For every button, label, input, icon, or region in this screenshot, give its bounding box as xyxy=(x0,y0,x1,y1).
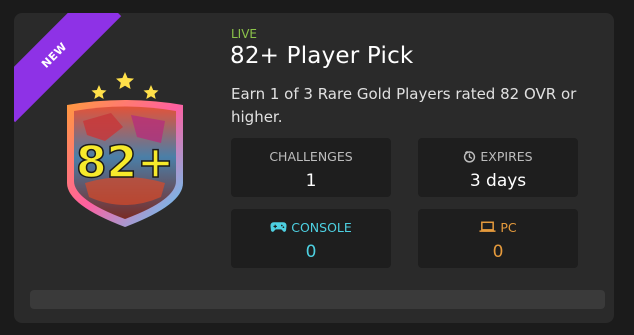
expires-value: 3 days xyxy=(469,171,527,191)
challenges-label: CHALLENGES xyxy=(269,148,353,164)
pc-label: PC xyxy=(418,219,578,235)
gamepad-icon xyxy=(270,222,287,232)
badge-rating: 82+ xyxy=(76,137,174,188)
status-label: LIVE xyxy=(231,27,258,41)
player-pick-badge-icon: 82+ xyxy=(67,72,183,227)
star-icon xyxy=(91,85,107,99)
description: Earn 1 of 3 Rare Gold Players rated 82 O… xyxy=(231,85,577,126)
challenges-stat: CHALLENGES 1 xyxy=(231,138,391,197)
console-value: 0 xyxy=(305,242,317,262)
challenges-value: 1 xyxy=(305,171,317,191)
timer-icon xyxy=(464,150,476,163)
expires-stat: EXPIRES 3 days xyxy=(418,138,578,197)
expires-label: EXPIRES xyxy=(418,148,578,164)
progress-bar xyxy=(30,290,605,309)
page-title: 82+ Player Pick xyxy=(230,43,414,69)
laptop-icon xyxy=(479,221,496,232)
console-label: CONSOLE xyxy=(231,219,391,235)
pc-value: 0 xyxy=(492,242,504,262)
star-icon xyxy=(116,72,134,89)
console-stat: CONSOLE 0 xyxy=(231,209,391,268)
sbc-card[interactable]: NEW 82+ LIVE 82+ Player Pick Earn 1 of 3… xyxy=(14,13,614,323)
star-icon xyxy=(143,85,159,99)
pc-stat: PC 0 xyxy=(418,209,578,268)
star-icons xyxy=(91,72,159,99)
